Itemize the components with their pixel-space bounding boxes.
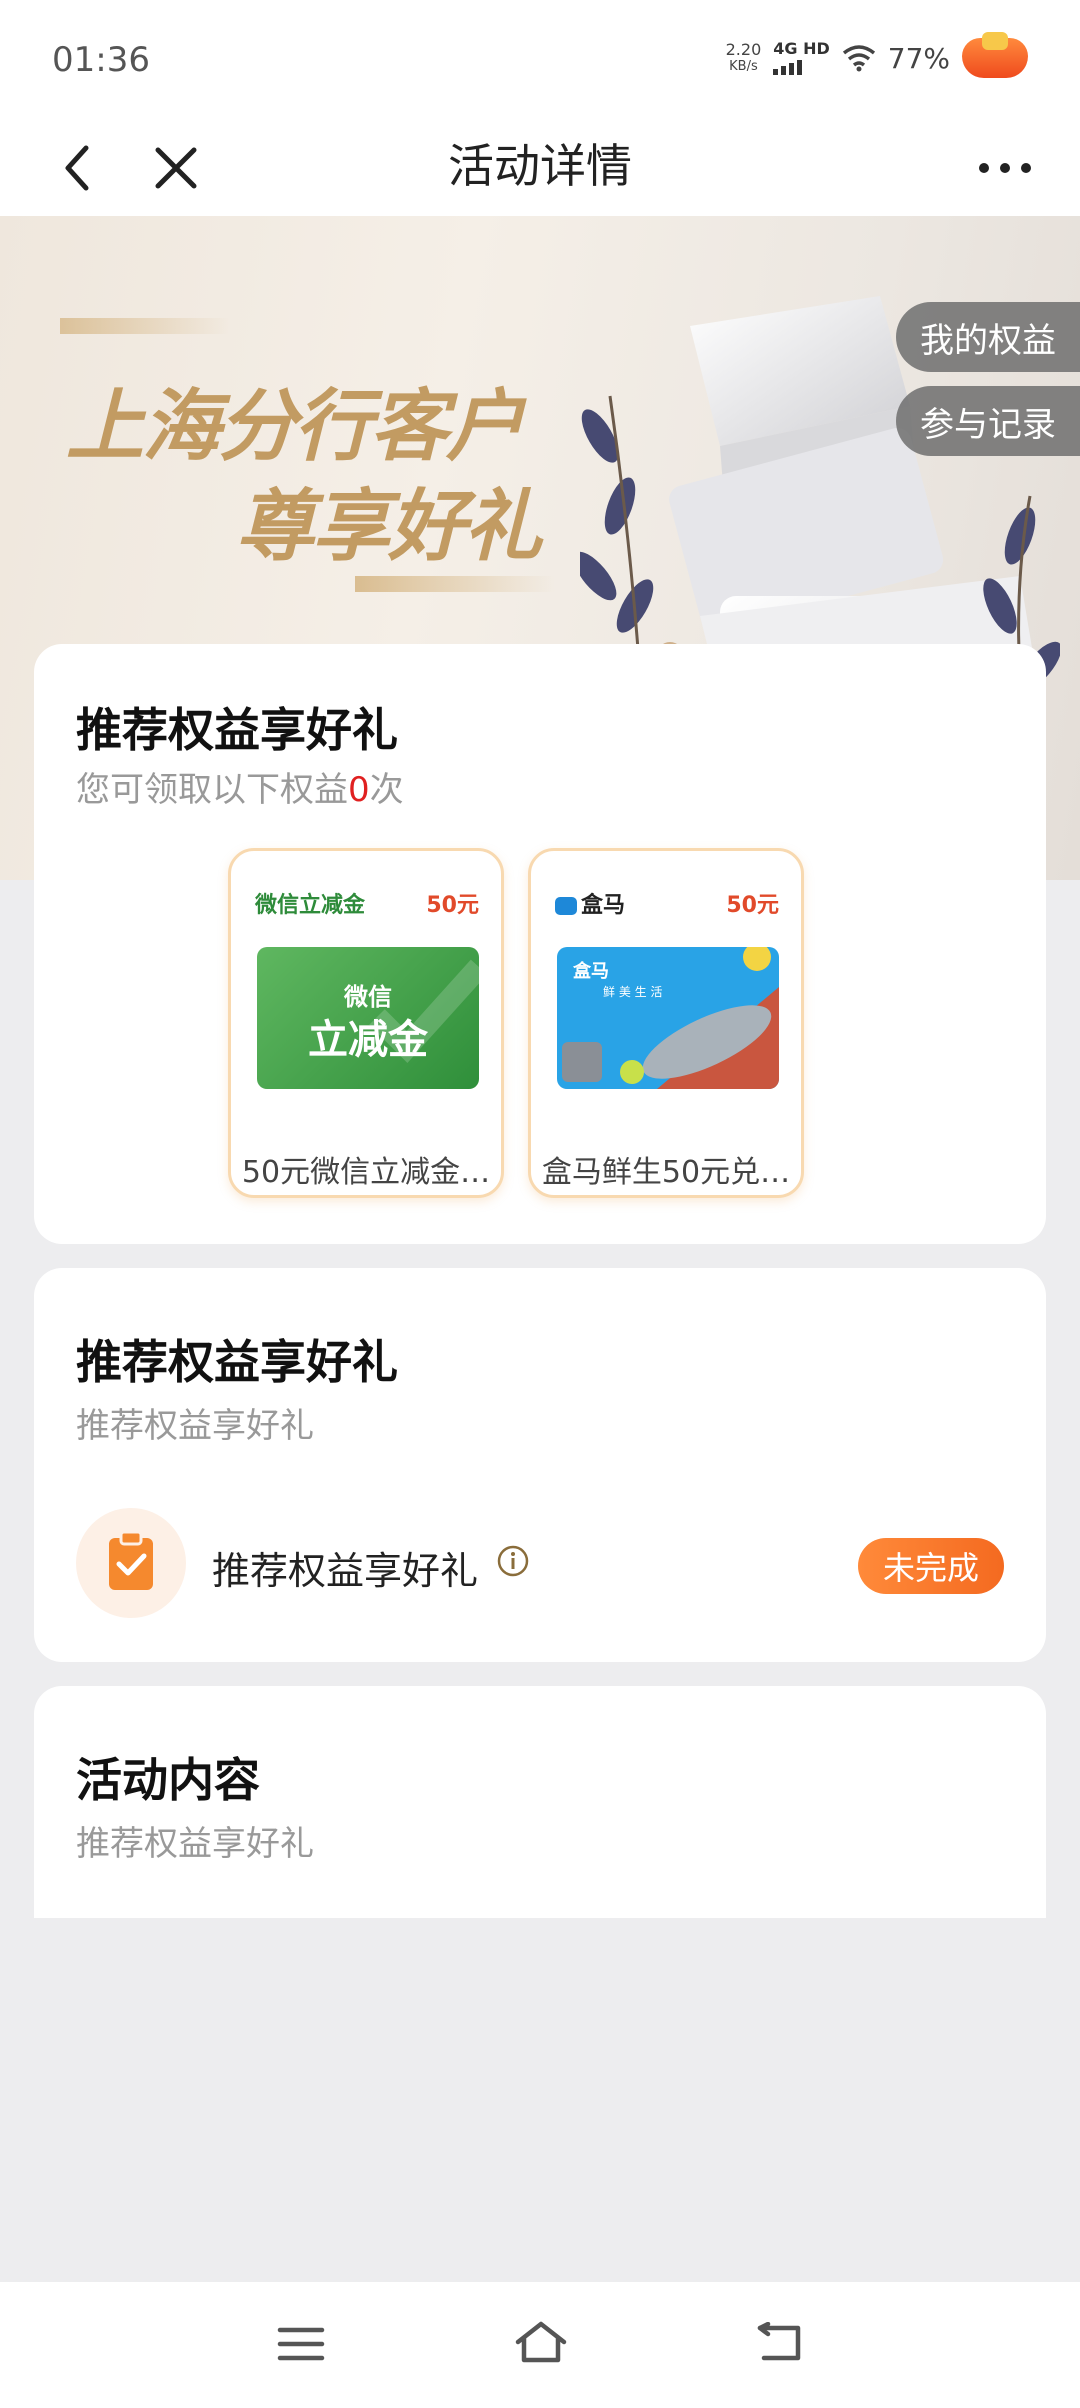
task-label: 推荐权益享好礼 (212, 1549, 479, 1593)
app-badge-icon (962, 32, 1028, 78)
remaining-count: 0 (348, 770, 370, 810)
status-indicators: 2.20 KB/s 4G HD 77% (726, 32, 1028, 78)
banner-decoration (60, 318, 230, 334)
task-status-badge[interactable]: 未完成 (858, 1538, 1004, 1594)
network-speed: 2.20 KB/s (726, 41, 762, 75)
gift-image-text-top: 盒马 (573, 961, 609, 982)
network-speed-unit: KB/s (729, 59, 758, 74)
gift-name: 50元微信立减金… (241, 1155, 491, 1190)
network-speed-value: 2.20 (725, 40, 762, 59)
network-type: 4G HD (773, 39, 830, 58)
gift-item-hema[interactable]: 盒马 50元 盒马 鲜 美 生 活 盒马鲜生50元兑… (528, 848, 804, 1198)
subtitle-suffix: 次 (369, 770, 404, 810)
gift-brand: 微信立减金 (255, 893, 366, 918)
benefits-card-subtitle: 您可领取以下权益0次 (76, 762, 404, 811)
activity-content-card: 活动内容 推荐权益享好礼 (34, 1686, 1046, 1918)
more-icon[interactable] (970, 142, 1040, 192)
gift-name: 盒马鲜生50元兑… (541, 1155, 791, 1190)
benefits-card-title: 推荐权益享好礼 (76, 703, 398, 757)
signal-icon (773, 57, 830, 75)
banner-decoration (355, 576, 555, 592)
return-icon[interactable] (756, 2322, 804, 2364)
task-icon-circle (76, 1508, 186, 1618)
status-bar: 01:36 2.20 KB/s 4G HD 77% (0, 0, 1080, 120)
status-time: 01:36 (52, 40, 150, 80)
gift-price: 50元 (426, 893, 479, 918)
task-card-title: 推荐权益享好礼 (76, 1335, 398, 1389)
gift-price: 50元 (726, 893, 779, 918)
menu-icon[interactable] (276, 2324, 326, 2364)
gift-brand-text: 盒马 (581, 893, 626, 918)
task-card-subtitle: 推荐权益享好礼 (76, 1406, 314, 1446)
banner-headline-2: 尊享好礼 (236, 482, 542, 572)
page-title: 活动详情 (448, 139, 632, 193)
cellular-indicator: 4G HD (773, 41, 830, 75)
gift-image-text-main: 立减金 (308, 1017, 428, 1063)
benefits-card: 推荐权益享好礼 您可领取以下权益0次 微信立减金 50元 微信 立减金 50元微… (34, 644, 1046, 1244)
system-navigation-bar (0, 2282, 1080, 2408)
info-icon[interactable] (496, 1544, 530, 1578)
gift-image-text-main: 鲜 美 生 活 (603, 985, 663, 999)
home-icon[interactable] (514, 2320, 568, 2364)
gift-image-wechat: 微信 立减金 (257, 947, 479, 1089)
banner-headline-1: 上海分行客户 (66, 382, 524, 472)
gift-brand: 盒马 (555, 887, 625, 919)
battery-level: 77% (887, 41, 950, 75)
clipboard-check-icon (109, 1530, 153, 1590)
navigation-bar: 活动详情 (0, 120, 1080, 216)
activity-content-title: 活动内容 (76, 1753, 260, 1807)
gift-item-wechat[interactable]: 微信立减金 50元 微信 立减金 50元微信立减金… (228, 848, 504, 1198)
task-card: 推荐权益享好礼 推荐权益享好礼 推荐权益享好礼 未完成 (34, 1268, 1046, 1662)
wifi-icon (842, 45, 875, 72)
hema-logo-icon (555, 897, 577, 915)
my-benefits-button[interactable]: 我的权益 (896, 302, 1080, 372)
gift-image-hema: 盒马 鲜 美 生 活 (557, 947, 779, 1089)
subtitle-prefix: 您可领取以下权益 (76, 770, 348, 810)
activity-content-subtitle: 推荐权益享好礼 (76, 1824, 314, 1864)
participation-records-button[interactable]: 参与记录 (896, 386, 1080, 456)
